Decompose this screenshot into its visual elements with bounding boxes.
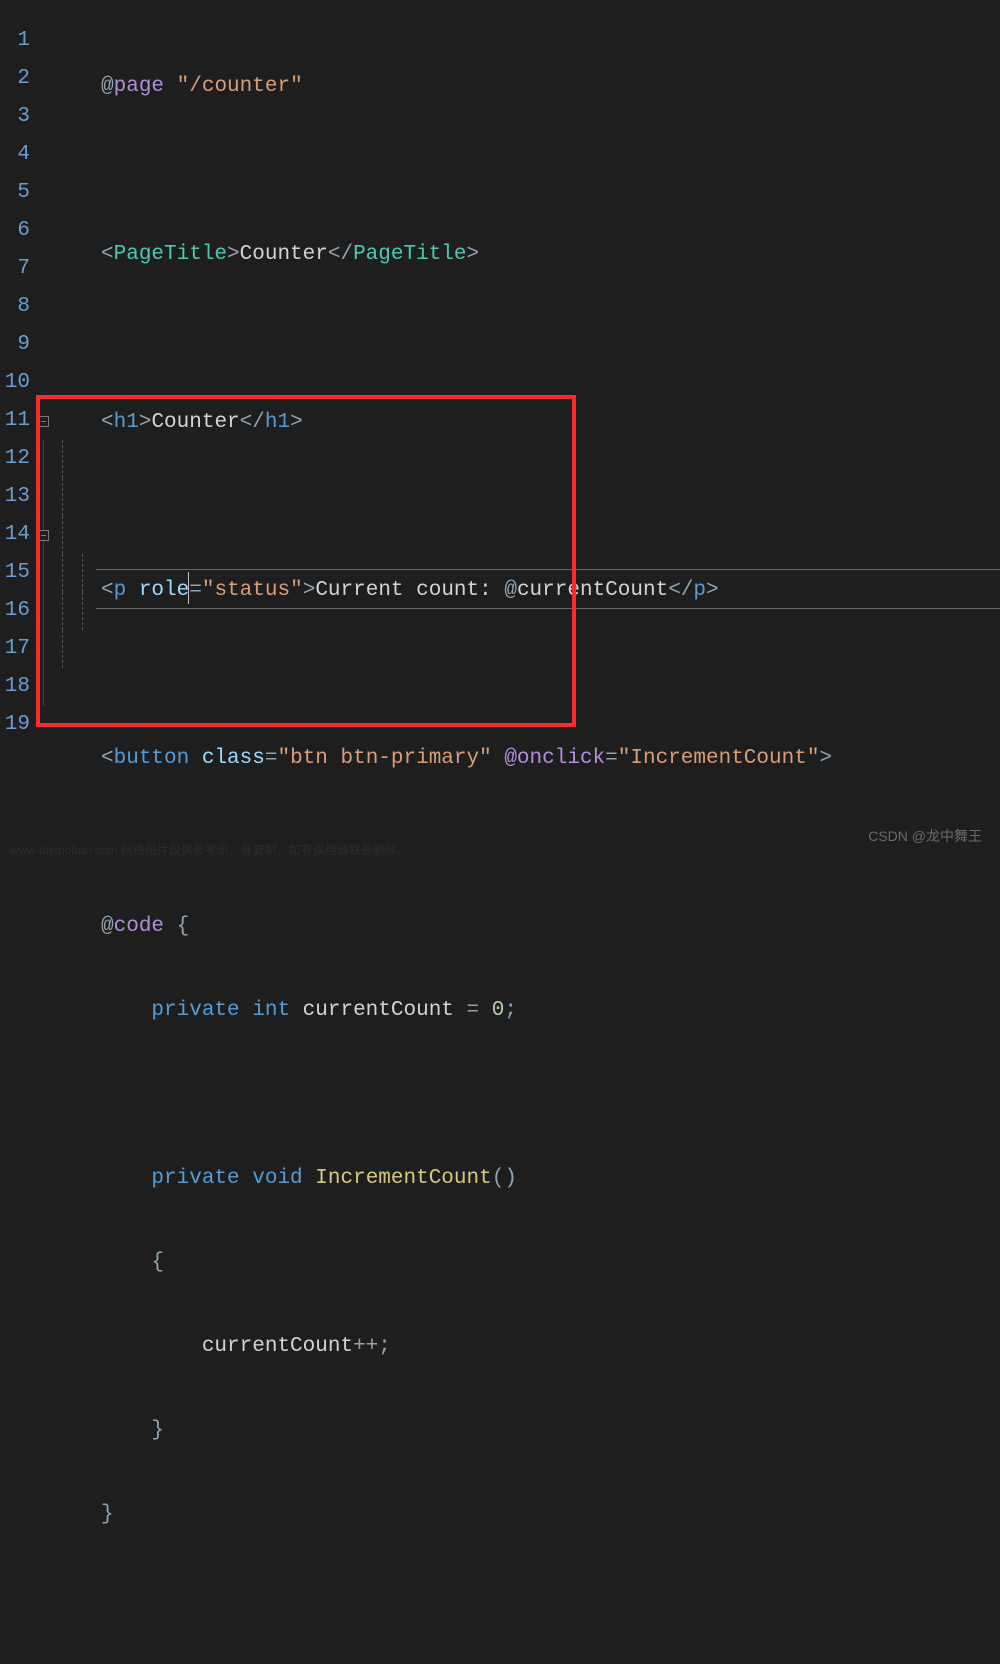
line-number: 18 xyxy=(0,668,36,706)
line-number: 9 xyxy=(0,326,36,364)
code-area[interactable]: @page "/counter" <PageTitle>Counter</Pag… xyxy=(96,0,1000,864)
text-cursor xyxy=(188,572,189,604)
line-number: 15 xyxy=(0,554,36,592)
fold-toggle-icon[interactable] xyxy=(38,416,49,427)
code-line[interactable]: private int currentCount = 0; xyxy=(96,992,1000,1030)
code-line[interactable] xyxy=(96,152,1000,190)
code-line[interactable]: <p role="status">Current count: @current… xyxy=(96,572,1000,610)
line-number: 10 xyxy=(0,364,36,402)
code-line[interactable] xyxy=(96,488,1000,526)
code-editor[interactable]: 1 2 3 4 5 6 7 8 9 10 11 12 13 14 15 16 1… xyxy=(0,0,1000,864)
line-number: 16 xyxy=(0,592,36,630)
code-line[interactable]: } xyxy=(96,1412,1000,1450)
code-line[interactable] xyxy=(96,656,1000,694)
code-line[interactable]: <button class="btn btn-primary" @onclick… xyxy=(96,740,1000,778)
fold-column xyxy=(36,0,96,864)
code-line[interactable] xyxy=(96,320,1000,358)
line-number: 5 xyxy=(0,174,36,212)
line-number: 1 xyxy=(0,22,36,60)
code-line[interactable]: { xyxy=(96,1244,1000,1282)
line-number: 3 xyxy=(0,98,36,136)
line-number: 19 xyxy=(0,706,36,744)
code-line[interactable]: <h1>Counter</h1> xyxy=(96,404,1000,442)
line-number: 12 xyxy=(0,440,36,478)
fold-toggle-icon[interactable] xyxy=(38,530,49,541)
line-number: 6 xyxy=(0,212,36,250)
line-number: 14 xyxy=(0,516,36,554)
code-line[interactable]: @code { xyxy=(96,908,1000,946)
line-number: 7 xyxy=(0,250,36,288)
watermark-text: CSDN @龙中舞王 xyxy=(868,826,982,846)
code-line[interactable]: private void IncrementCount() xyxy=(96,1160,1000,1198)
code-line[interactable] xyxy=(96,1076,1000,1114)
code-line[interactable] xyxy=(96,1580,1000,1618)
footer-faint-text: www.toymoban.com 网络图片仅供参考示…非复制，如有误用请联系删除… xyxy=(10,841,409,858)
code-line[interactable]: } xyxy=(96,1496,1000,1534)
code-line[interactable]: @page "/counter" xyxy=(96,68,1000,106)
line-number: 8 xyxy=(0,288,36,326)
line-number-gutter: 1 2 3 4 5 6 7 8 9 10 11 12 13 14 15 16 1… xyxy=(0,0,36,864)
line-number: 17 xyxy=(0,630,36,668)
code-line[interactable]: <PageTitle>Counter</PageTitle> xyxy=(96,236,1000,274)
line-number: 11 xyxy=(0,402,36,440)
line-number: 4 xyxy=(0,136,36,174)
line-number: 2 xyxy=(0,60,36,98)
code-line[interactable]: currentCount++; xyxy=(96,1328,1000,1366)
line-number: 13 xyxy=(0,478,36,516)
